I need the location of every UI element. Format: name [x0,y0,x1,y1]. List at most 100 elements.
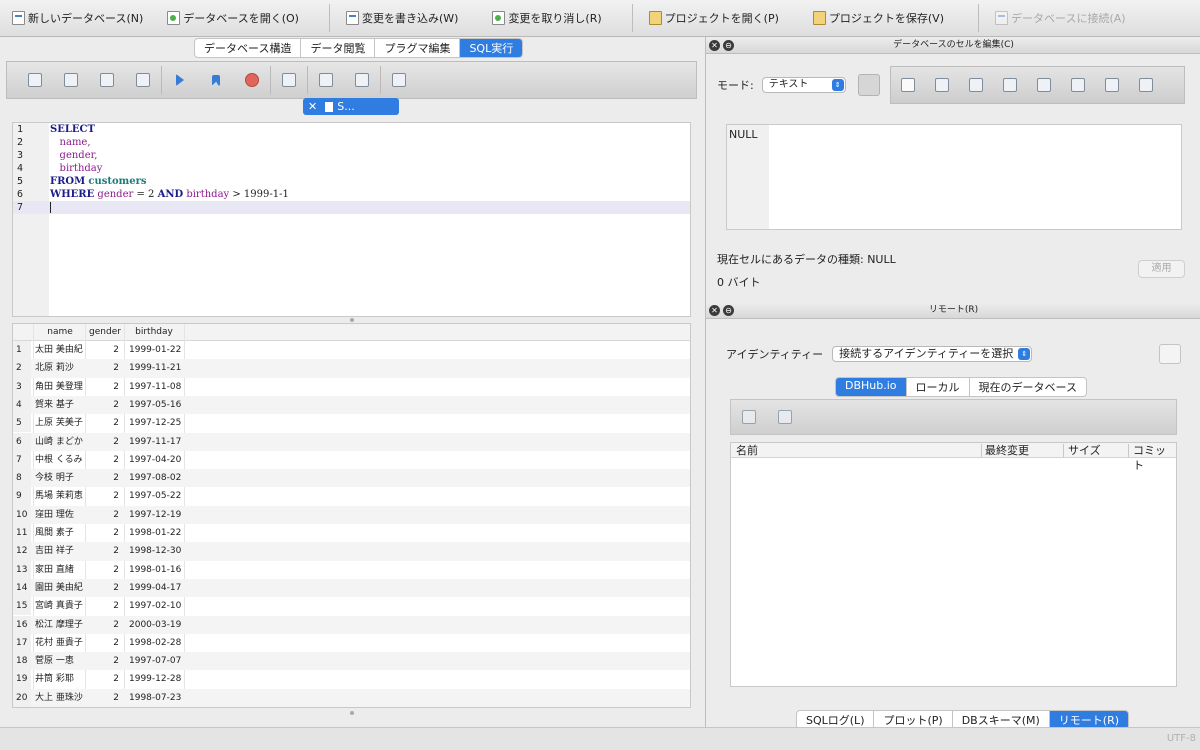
column-header-name[interactable]: 名前 [736,443,758,458]
tab-edit-pragmas[interactable]: プラグマ編集 [375,39,461,57]
cell-name[interactable]: 馬場 茉莉恵 [35,487,83,505]
column-header-birthday[interactable]: birthday [124,327,184,337]
cell-name[interactable]: 山崎 まどか [35,433,83,451]
cell-birthday[interactable]: 1998-01-22 [129,524,181,542]
cell-gender[interactable]: 2 [86,359,119,377]
tab-browse-data[interactable]: データ閲覧 [301,39,376,57]
write-changes-button[interactable]: 変更を書き込み(W) [334,0,462,37]
cell-name[interactable]: 北原 莉沙 [35,359,74,377]
cell-gender[interactable]: 2 [86,561,119,579]
cell-birthday[interactable]: 1997-11-17 [129,433,181,451]
tab-current-database[interactable]: 現在のデータベース [970,378,1086,396]
cell-name[interactable]: 角田 美登理 [35,378,83,396]
auto-switch-mode-button[interactable] [857,74,880,96]
query-tab[interactable]: ✕ S... [303,98,399,115]
cell-name[interactable]: 家田 直緒 [35,561,74,579]
identity-select[interactable]: 接続するアイデンティティーを選択 ⇕ [832,346,1033,362]
execute-all-icon[interactable] [176,74,184,86]
cell-birthday[interactable]: 1999-01-22 [129,341,181,359]
column-header-gender[interactable]: gender [86,327,124,337]
close-icon[interactable]: ✕ [709,305,720,316]
save-sql-file-icon[interactable] [100,73,114,87]
column-header-name[interactable]: name [35,327,85,337]
print-icon[interactable] [1138,78,1153,92]
cell-gender[interactable]: 2 [86,487,119,505]
column-header-size[interactable]: サイズ [1068,443,1101,458]
cell-birthday[interactable]: 1998-01-16 [129,561,181,579]
open-database-button[interactable]: データベースを開く(O) [147,0,303,37]
open-tab-icon[interactable] [28,73,42,87]
cell-name[interactable]: 大上 亜珠沙 [35,689,83,707]
cell-name[interactable]: 宮崎 真貴子 [35,597,83,615]
cell-name[interactable]: 園田 美由紀 [35,579,83,597]
identity-settings-button[interactable] [1159,344,1181,364]
cell-birthday[interactable]: 1997-04-20 [129,451,181,469]
sql-editor[interactable]: 1 SELECT 2 name, 3 gender, 4 birthday 5 … [12,122,691,317]
cell-name[interactable]: 中根 くるみ [35,451,83,469]
cell-gender[interactable]: 2 [86,378,119,396]
cell-gender[interactable]: 2 [86,579,119,597]
open-sql-file-icon[interactable] [64,73,78,87]
import-icon[interactable] [968,78,983,92]
print-icon[interactable] [136,73,150,87]
results-grid[interactable]: name gender birthday 1 太田 美由紀 2 1999-01-22 2… [12,323,691,708]
cell-birthday[interactable]: 1999-04-17 [129,579,181,597]
table-row[interactable]: 4 賀来 基子 2 1997-05-16 [13,395,690,415]
cell-name[interactable]: 上原 芙美子 [35,414,83,432]
table-row[interactable]: 11 風間 素子 2 1998-01-22 [13,524,690,543]
splitter-handle[interactable] [350,711,354,715]
float-icon[interactable]: ⊖ [723,40,734,51]
cell-gender[interactable]: 2 [86,689,119,707]
set-null-icon[interactable] [1036,78,1051,92]
cell-name[interactable]: 賀来 基子 [35,396,74,414]
cell-birthday[interactable]: 1997-05-22 [129,487,181,505]
table-row[interactable]: 8 今枝 明子 2 1997-08-02 [13,469,690,488]
cell-name[interactable]: 花村 亜貴子 [35,634,83,652]
cell-birthday[interactable]: 2000-03-19 [129,616,181,634]
cell-name[interactable]: 風間 素子 [35,524,74,542]
column-header-commit[interactable]: コミット [1133,443,1176,473]
image-icon[interactable] [1070,78,1085,92]
table-row[interactable]: 7 中根 くるみ 2 1997-04-20 [13,450,690,470]
cell-gender[interactable]: 2 [86,652,119,670]
open-project-button[interactable]: プロジェクトを開く(P) [637,0,783,37]
stop-execution-icon[interactable] [245,73,259,87]
cell-value-editor[interactable]: NULL [726,124,1182,230]
float-icon[interactable]: ⊖ [723,305,734,316]
cell-gender[interactable]: 2 [86,597,119,615]
cell-gender[interactable]: 2 [86,616,119,634]
cell-gender[interactable]: 2 [86,451,119,469]
cell-gender[interactable]: 2 [86,506,119,524]
cell-birthday[interactable]: 1999-12-28 [129,670,181,688]
tab-execute-sql[interactable]: SQL実行 [460,39,523,57]
table-row[interactable]: 12 吉田 祥子 2 1998-12-30 [13,542,690,561]
save-results-icon[interactable] [282,73,296,87]
table-row[interactable]: 19 井筒 彩耶 2 1999-12-28 [13,670,690,689]
table-row[interactable]: 20 大上 亜珠沙 2 1998-07-23 [13,688,690,707]
new-database-button[interactable]: 新しいデータベース(N) [0,0,147,37]
close-icon[interactable]: ✕ [709,40,720,51]
cell-gender[interactable]: 2 [86,524,119,542]
export-icon[interactable] [1002,78,1017,92]
table-row[interactable]: 10 窪田 理佐 2 1997-12-19 [13,505,690,524]
cell-gender[interactable]: 2 [86,414,119,432]
save-project-button[interactable]: プロジェクトを保存(V) [783,0,948,37]
document-icon[interactable] [900,78,915,92]
cell-birthday[interactable]: 1997-12-25 [129,414,181,432]
close-tab-icon[interactable]: ✕ [308,100,317,113]
table-row[interactable]: 5 上原 芙美子 2 1997-12-25 [13,414,690,433]
clear-icon[interactable] [1104,78,1119,92]
cell-name[interactable]: 今枝 明子 [35,469,74,487]
cell-birthday[interactable]: 1998-12-30 [129,542,181,560]
cell-name[interactable]: 松江 摩理子 [35,616,83,634]
clone-database-icon[interactable] [778,410,792,424]
apply-button[interactable]: 適用 [1138,260,1185,278]
cell-gender[interactable]: 2 [86,469,119,487]
cell-birthday[interactable]: 1997-05-16 [129,396,181,414]
find-replace-icon[interactable] [355,73,369,87]
cell-name[interactable]: 太田 美由紀 [35,341,83,359]
table-row[interactable]: 16 松江 摩理子 2 2000-03-19 [13,615,690,634]
table-row[interactable]: 15 宮崎 真貴子 2 1997-02-10 [13,597,690,616]
table-row[interactable]: 2 北原 莉沙 2 1999-11-21 [13,359,690,378]
revert-changes-button[interactable]: 変更を取り消し(R) [462,0,605,37]
